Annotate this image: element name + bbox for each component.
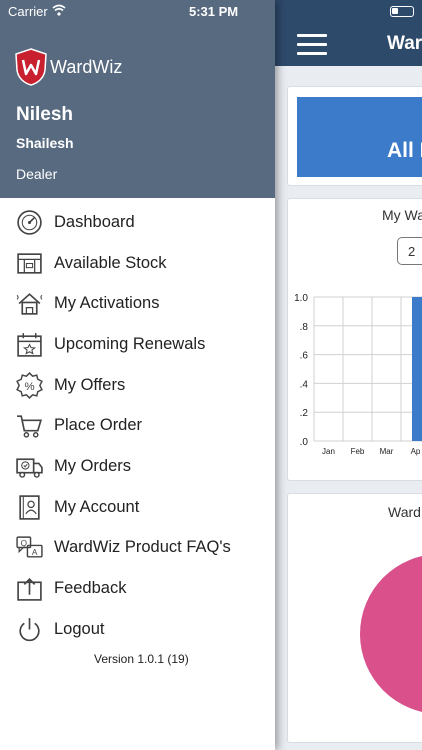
x-tick-label: Jan [322, 447, 335, 456]
y-tick-label: .8 [300, 322, 309, 333]
menu-item-available-stock[interactable]: Available Stock [0, 243, 275, 284]
main-title: Ward [387, 33, 422, 54]
wardwiz-shield-icon [15, 48, 47, 86]
bar-ap[interactable] [412, 297, 422, 441]
y-tick-label: .4 [300, 379, 309, 390]
menu-item-label: Dashboard [54, 212, 135, 231]
hamburger-menu-icon[interactable] [297, 34, 327, 55]
y-tick-label: .6 [300, 351, 309, 362]
summary-card[interactable]: All P [287, 86, 422, 186]
user-first-name: Nilesh [16, 104, 74, 125]
cart-icon [17, 415, 43, 438]
main-header: Ward [275, 0, 422, 66]
menu-item-label: WardWiz Product FAQ's [54, 538, 231, 557]
wardwiz-logo: WardWiz [14, 46, 144, 86]
menu-item-label: Feedback [54, 579, 127, 598]
drawer-header: WardWiz Nilesh Shailesh Dealer [0, 0, 275, 198]
percent-badge-icon: % [16, 371, 43, 399]
status-bar: Carrier 5:31 PM [0, 0, 275, 22]
pie-chart [360, 554, 422, 714]
menu-item-logout[interactable]: Logout [0, 609, 275, 650]
feedback-upload-icon [17, 578, 42, 601]
pie-card-title: Ward [388, 504, 421, 520]
y-tick-label: 1.0 [294, 293, 308, 304]
y-tick-label: .0 [300, 437, 309, 448]
menu-item-feedback[interactable]: Feedback [0, 568, 275, 609]
menu-item-label: My Account [54, 497, 140, 516]
stock-box-icon [17, 252, 42, 274]
delivery-truck-icon [16, 458, 43, 478]
menu-item-my-orders[interactable]: My Orders [0, 446, 275, 487]
x-tick-label: Ap [411, 447, 421, 456]
wifi-icon [52, 4, 66, 16]
activation-house-icon [16, 293, 43, 315]
year-selector[interactable]: 2 [397, 237, 422, 265]
x-tick-label: Mar [380, 447, 394, 456]
menu-item-wardwiz-product-faq-s[interactable]: Q A WardWiz Product FAQ's [0, 528, 275, 569]
summary-banner[interactable] [297, 97, 422, 177]
bar-chart: 1.0 .8 .6 .4 .2 .0 Jan Feb Mar Ap [294, 293, 422, 456]
clock: 5:31 PM [189, 4, 239, 19]
menu-item-label: Upcoming Renewals [54, 334, 206, 353]
x-tick-label: Feb [351, 447, 365, 456]
app-version: Version 1.0.1 (19) [94, 652, 189, 666]
menu-item-label: Logout [54, 619, 105, 638]
svg-text:%: % [24, 381, 34, 393]
menu-item-label: My Offers [54, 375, 126, 394]
account-book-icon [19, 494, 40, 520]
chart-card-title: My Wa [382, 207, 422, 223]
calendar-icon [17, 333, 42, 357]
summary-banner-label: All P [387, 139, 422, 162]
activations-chart-card: My Wa 2 1.0 .8 .6 .4 .2 .0 Jan Feb Mar Ap [287, 198, 422, 481]
carrier-label: Carrier [8, 4, 48, 19]
battery-icon [390, 6, 414, 17]
drawer-menu: Dashboard Available Stock My Activations Up… [0, 202, 275, 650]
faq-chat-icon: QA [16, 536, 43, 558]
main-screen: Ward All P My Wa 2 1.0 .8 .6 .4 .2 .0 Jan Feb Ma… [275, 0, 422, 750]
user-role: Dealer [16, 166, 58, 182]
menu-item-my-account[interactable]: My Account [0, 487, 275, 528]
menu-item-label: My Orders [54, 456, 132, 475]
power-icon [19, 617, 40, 641]
menu-item-upcoming-renewals[interactable]: Upcoming Renewals [0, 324, 275, 365]
menu-item-label: Available Stock [54, 253, 167, 272]
svg-text:A: A [32, 548, 38, 557]
logo-text: WardWiz [50, 57, 123, 77]
menu-item-label: My Activations [54, 294, 160, 313]
navigation-drawer: WardWiz Nilesh Shailesh Dealer Dashboard… [0, 0, 275, 750]
user-last-name: Shailesh [16, 135, 74, 151]
y-tick-label: .2 [300, 408, 309, 419]
menu-item-label: Place Order [54, 416, 143, 435]
dashboard-gauge-icon [17, 210, 42, 235]
menu-item-my-offers[interactable]: % My Offers [0, 365, 275, 406]
pie-chart-card: Ward [287, 493, 422, 743]
menu-item-my-activations[interactable]: My Activations [0, 283, 275, 324]
menu-item-dashboard[interactable]: Dashboard [0, 202, 275, 243]
menu-item-place-order[interactable]: Place Order [0, 405, 275, 446]
svg-text:Q: Q [21, 539, 28, 548]
